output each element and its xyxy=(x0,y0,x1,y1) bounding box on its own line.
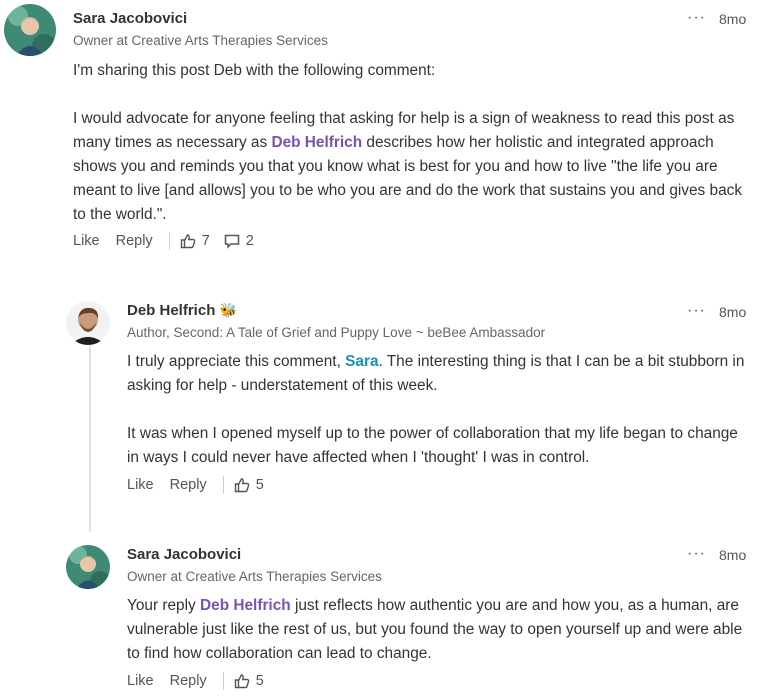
thumbs-up-icon xyxy=(180,234,196,249)
comment-timestamp: 8mo xyxy=(719,547,747,563)
comment-body: I truly appreciate this comment, Sara. T… xyxy=(127,350,747,470)
comment-author-subtitle: Owner at Creative Arts Therapies Service… xyxy=(73,33,328,48)
comment-body: Your reply Deb Helfrich just reflects ho… xyxy=(127,594,747,666)
likes-count-value: 5 xyxy=(255,477,264,493)
likes-count[interactable]: 7 xyxy=(180,233,210,249)
comment-author[interactable]: Sara Jacobovici xyxy=(73,10,187,27)
comment-author[interactable]: Sara Jacobovici xyxy=(127,546,241,563)
text-segment: I truly appreciate this comment, xyxy=(127,353,346,370)
comment-actions: Like Reply 7 2 xyxy=(73,231,268,251)
more-options-icon[interactable]: ··· xyxy=(687,545,706,563)
comment-actions: Like Reply 5 xyxy=(127,671,278,691)
comment-paragraph: I'm sharing this post Deb with the follo… xyxy=(73,62,436,79)
like-button[interactable]: Like xyxy=(127,477,154,493)
reply-button[interactable]: Reply xyxy=(170,477,207,493)
comment-body: I'm sharing this post Deb with the follo… xyxy=(73,59,753,227)
divider xyxy=(222,672,224,690)
divider xyxy=(168,232,170,250)
comment-paragraph: It was when I opened myself up to the po… xyxy=(127,425,738,466)
divider xyxy=(222,476,224,494)
thumbs-up-icon xyxy=(234,674,250,689)
reply-button[interactable]: Reply xyxy=(116,233,153,249)
text-segment: Your reply xyxy=(127,597,201,614)
comment-actions: Like Reply 5 xyxy=(127,475,278,495)
author-name: Deb Helfrich xyxy=(127,302,216,319)
comment-author-subtitle: Owner at Creative Arts Therapies Service… xyxy=(127,569,382,584)
avatar[interactable] xyxy=(66,545,110,589)
mention-link[interactable]: Deb Helfrich xyxy=(271,134,362,151)
like-button[interactable]: Like xyxy=(127,673,154,689)
comments-count[interactable]: 2 xyxy=(224,233,254,249)
mention-link[interactable]: Deb Helfrich xyxy=(200,597,291,614)
likes-count[interactable]: 5 xyxy=(234,673,264,689)
likes-count-value: 7 xyxy=(201,233,210,249)
comment-paragraph: I truly appreciate this comment, Sara. T… xyxy=(127,350,747,398)
avatar[interactable] xyxy=(4,4,56,56)
more-options-icon[interactable]: ··· xyxy=(687,9,706,27)
comment-paragraph: Your reply Deb Helfrich just reflects ho… xyxy=(127,594,747,666)
reply-button[interactable]: Reply xyxy=(170,673,207,689)
comment-timestamp: 8mo xyxy=(719,304,747,320)
comment-paragraph: I would advocate for anyone feeling that… xyxy=(73,107,753,227)
mention-link[interactable]: Sara xyxy=(345,353,378,370)
avatar-image xyxy=(66,545,110,589)
likes-count[interactable]: 5 xyxy=(234,477,264,493)
comments-count-value: 2 xyxy=(245,233,254,249)
comment-icon xyxy=(224,234,240,249)
bee-badge-icon: 🐝 xyxy=(219,302,237,318)
more-options-icon[interactable]: ··· xyxy=(687,302,706,320)
avatar-image xyxy=(4,4,56,56)
comment-author-subtitle: Author, Second: A Tale of Grief and Pupp… xyxy=(127,325,546,340)
comment-author[interactable]: Deb Helfrich 🐝 xyxy=(127,302,237,319)
comment-timestamp: 8mo xyxy=(719,11,747,27)
likes-count-value: 5 xyxy=(255,673,264,689)
thumbs-up-icon xyxy=(234,478,250,493)
avatar[interactable] xyxy=(66,301,110,345)
avatar-image xyxy=(66,301,110,345)
like-button[interactable]: Like xyxy=(73,233,100,249)
